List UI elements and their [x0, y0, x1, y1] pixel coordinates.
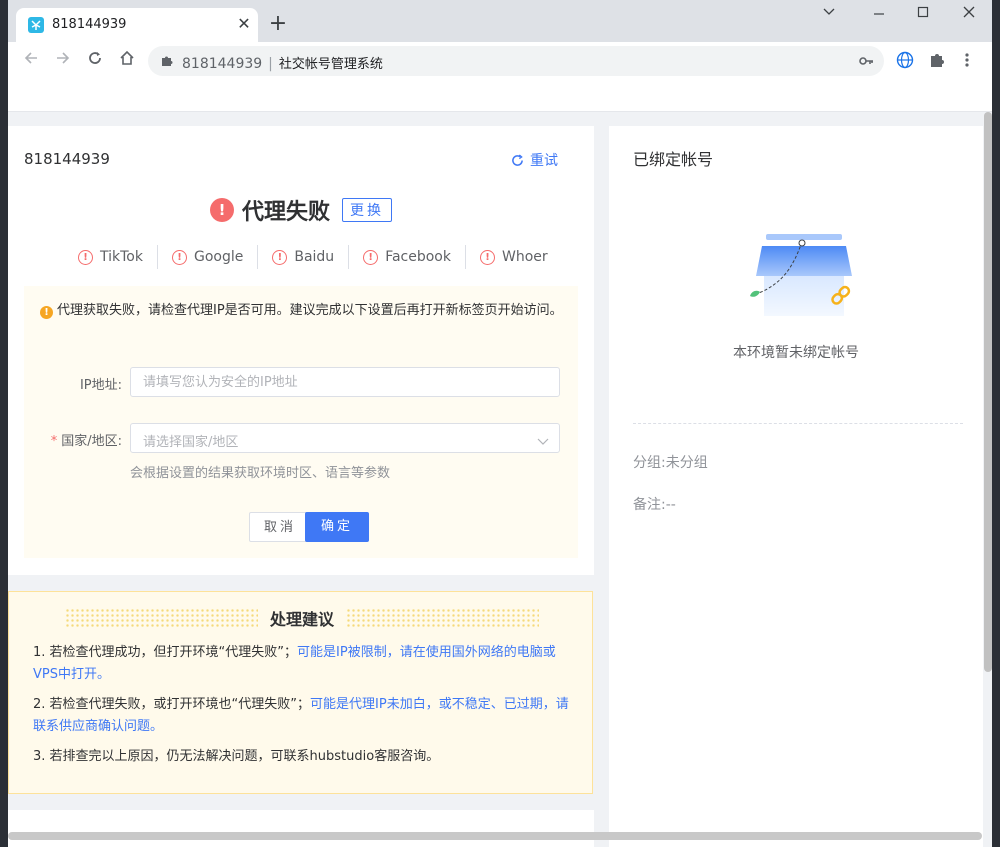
proxy-status-card: 818144939 重试 ! 代理失败 更换 ! TikTok ! Google !… [8, 126, 594, 575]
advice-item: 3. 若排查完以上原因，仍无法解决问题，可联系hubstudio客服咨询。 [33, 746, 573, 768]
proxy-settings-form: ! 代理获取失败，请检查代理IP是否可用。建议完成以下设置后再打开新标签页开始访问… [24, 286, 578, 558]
advice-item: 2. 若检查代理失败，或打开环境也“代理失败”；可能是代理IP未加白，或不稳定、… [33, 694, 573, 738]
back-arrow-icon[interactable] [20, 50, 42, 72]
new-tab-icon[interactable]: + [266, 12, 290, 36]
key-icon[interactable] [858, 53, 874, 73]
proxy-status-row: ! 代理失败 更换 [8, 194, 594, 226]
country-hint: 会根据设置的结果获取环境时区、语言等参数 [130, 466, 391, 481]
maximize-icon[interactable] [908, 6, 938, 26]
close-window-icon[interactable] [954, 6, 984, 26]
site-check-whoer[interactable]: ! Whoer [466, 245, 562, 269]
confirm-button[interactable]: 确定 [305, 512, 369, 542]
retry-button[interactable]: 重试 [511, 150, 558, 170]
app-favicon-icon [28, 17, 44, 33]
error-icon: ! [272, 249, 288, 265]
group-row: 分组:未分组 [633, 452, 708, 472]
environment-id: 818144939 [24, 150, 110, 168]
extensions-icon[interactable] [928, 51, 948, 71]
site-check-baidu[interactable]: ! Baidu [258, 245, 350, 269]
required-asterisk: * [50, 434, 58, 449]
error-icon: ! [171, 249, 187, 265]
country-field-label: * 国家/地区: [32, 430, 122, 449]
bound-accounts-title: 已绑定帐号 [633, 150, 714, 169]
site-check-tiktok[interactable]: ! TikTok [64, 245, 158, 269]
tab-bar: 818144939 ✕ + [8, 0, 992, 42]
warning-icon: ! [40, 306, 53, 319]
horizontal-scrollbar[interactable] [8, 832, 982, 840]
browser-window: 818144939 ✕ + 818144939 | 社交帐号管理系统 81814… [8, 0, 992, 847]
decorative-dots [65, 608, 258, 628]
address-text: 818144939 | 社交帐号管理系统 [182, 53, 383, 72]
error-icon: ! [78, 249, 93, 265]
country-placeholder: 请选择国家/地区 [143, 435, 239, 450]
proxy-status-text: 代理失败 [241, 200, 330, 225]
retry-label: 重试 [530, 153, 558, 169]
change-proxy-button[interactable]: 更换 [342, 198, 392, 222]
site-label: Whoer [501, 249, 548, 265]
close-tab-icon[interactable]: ✕ [234, 14, 254, 34]
note-label: 备注: [633, 497, 666, 513]
cancel-button[interactable]: 取消 [249, 512, 311, 542]
group-value: 未分组 [665, 455, 708, 471]
group-label: 分组: [633, 455, 666, 471]
chevron-down-icon [537, 432, 549, 451]
ip-field-label: IP地址: [79, 378, 122, 393]
warning-text: 代理获取失败，请检查代理IP是否可用。建议完成以下设置后再打开新标签页开始访问。 [57, 303, 563, 318]
app-header-bar [8, 80, 992, 112]
tab-title: 818144939 [52, 17, 127, 32]
country-label-text: 国家/地区: [61, 434, 122, 449]
browser-tab[interactable]: 818144939 ✕ [16, 8, 258, 42]
empty-state-text: 本环境暂未绑定帐号 [733, 345, 859, 361]
warning-message: ! 代理获取失败，请检查代理IP是否可用。建议完成以下设置后再打开新标签页开始访问… [40, 300, 570, 322]
globe-icon[interactable] [896, 51, 916, 71]
vertical-scrollbar[interactable] [984, 112, 992, 672]
site-check-facebook[interactable]: ! Facebook [349, 245, 466, 269]
minimize-window-icon[interactable] [864, 6, 894, 26]
empty-store-illustration-icon [744, 234, 864, 324]
reload-icon[interactable] [84, 50, 106, 72]
site-check-list: ! TikTok ! Google ! Baidu ! Facebook ! Whoer [64, 244, 562, 270]
address-separator: | [268, 56, 273, 72]
site-label: Google [193, 249, 244, 265]
note-value: -- [665, 497, 676, 513]
browser-toolbar: 818144939 | 社交帐号管理系统 [8, 42, 992, 80]
error-icon: ! [479, 249, 495, 265]
note-row: 备注:-- [633, 494, 676, 514]
advice-panel: 处理建议 1. 若检查代理成功，但打开环境“代理失败”；可能是IP被限制，请在使… [8, 591, 593, 794]
ip-address-input[interactable] [130, 367, 560, 397]
puzzle-icon [160, 53, 176, 69]
error-icon: ! [363, 249, 379, 265]
menu-kebab-icon[interactable] [964, 51, 984, 71]
site-label: Baidu [294, 249, 335, 265]
bottom-card [8, 810, 594, 847]
bound-accounts-card: 已绑定帐号 本环境暂未绑定帐号 分组:未分组 备注:-- [609, 126, 983, 847]
forward-arrow-icon[interactable] [52, 50, 74, 72]
advice-item-text: 3. 若排查完以上原因，仍无法解决问题，可联系hubstudio客服咨询。 [33, 749, 440, 764]
advice-item-text: 2. 若检查代理失败，或打开环境也“代理失败”； [33, 697, 311, 712]
advice-item-text: 1. 若检查代理成功，但打开环境“代理失败”； [33, 645, 298, 660]
site-check-google[interactable]: ! Google [158, 245, 259, 269]
minimize-icon[interactable] [814, 6, 844, 26]
home-icon[interactable] [116, 50, 138, 72]
advice-list: 1. 若检查代理成功，但打开环境“代理失败”；可能是IP被限制，请在使用国外网络… [33, 642, 573, 776]
address-page-title: 社交帐号管理系统 [278, 57, 383, 72]
refresh-icon [512, 154, 523, 166]
divider [633, 423, 963, 424]
site-label: TikTok [100, 249, 143, 265]
advice-title: 处理建议 [270, 610, 335, 629]
country-select[interactable]: 请选择国家/地区 [130, 423, 560, 453]
site-label: Facebook [385, 249, 451, 265]
address-bar[interactable]: 818144939 | 社交帐号管理系统 [148, 46, 884, 76]
address-host: 818144939 [182, 56, 263, 72]
error-icon: ! [209, 198, 234, 222]
advice-header: 处理建议 [65, 606, 540, 630]
decorative-dots [346, 608, 540, 628]
advice-item: 1. 若检查代理成功，但打开环境“代理失败”；可能是IP被限制，请在使用国外网络… [33, 642, 573, 686]
